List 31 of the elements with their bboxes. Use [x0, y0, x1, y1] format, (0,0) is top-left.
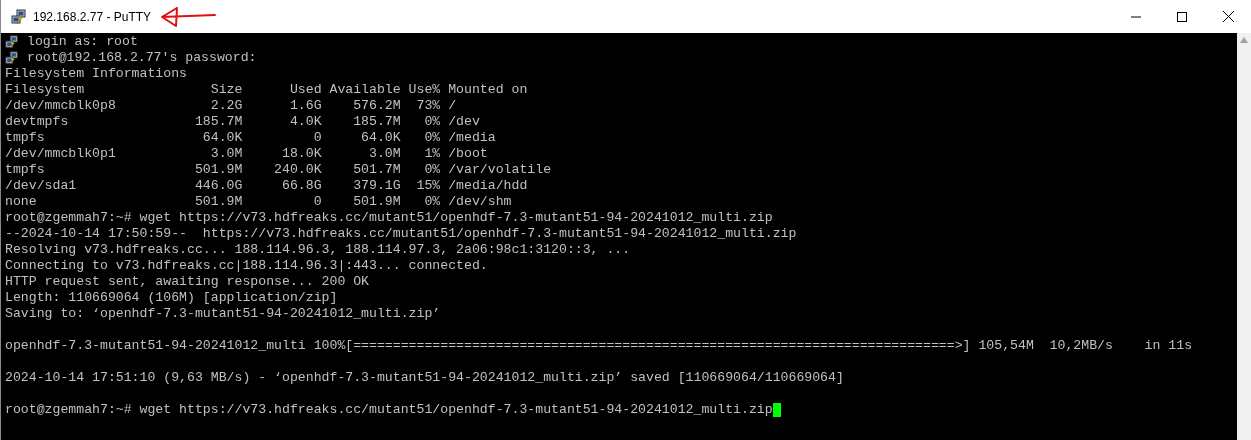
terminal-line: Length: 110669064 (106M) [application/zip]: [5, 290, 338, 306]
terminal-line: tmpfs 501.9M 240.0K 501.7M 0% /var/volatile: [5, 162, 552, 178]
terminal-line: /dev/mmcblk0p8 2.2G 1.6G 576.2M 73% /: [5, 98, 457, 114]
close-icon: [1222, 11, 1234, 22]
terminal-line: /dev/sda1 446.0G 66.8G 379.1G 15% /media/hdd: [5, 178, 528, 194]
terminal-line: devtmpfs 185.7M 4.0K 185.7M 0% /dev: [5, 114, 480, 130]
terminal-line: Filesystem Informations: [5, 66, 188, 82]
maximize-icon: [1177, 11, 1187, 22]
terminal-line: Saving to: ‘openhdf-7.3-mutant51-94-20241012_multi.zip’: [5, 306, 441, 322]
minimize-icon: [1131, 15, 1141, 18]
putty-icon: [5, 51, 19, 65]
arrow-icon: [159, 5, 218, 28]
terminal-line: login as: root: [27, 34, 138, 50]
terminal-line: HTTP request sent, awaiting response... 200 OK: [5, 274, 370, 290]
scrollbar[interactable]: [1237, 33, 1251, 440]
window-title: 192.168.2.77 - PuTTY: [33, 8, 152, 26]
terminal-line: openhdf-7.3-mutant51-94-20241012_multi 100%[============================================================================>] 105,54M 10,2MB/s in 11s: [5, 338, 1193, 354]
scroll-up-icon[interactable]: [1240, 37, 1248, 43]
terminal-line: Resolving v73.hdfreaks.cc... 188.114.96.3, 188.114.97.3, 2a06:98c1:3120::3, ...: [5, 242, 631, 258]
terminal-line: root@zgemmah7:~# wget https://v73.hdfreaks.cc/mutant51/openhdf-7.3-mutant51-94-20241012_multi.zip: [5, 402, 773, 418]
putty-icon: [11, 8, 27, 25]
terminal-line: --2024-10-14 17:50:59-- https://v73.hdfreaks.cc/mutant51/openhdf-7.3-mutant51-94-20241012_multi.zip: [5, 226, 797, 242]
terminal-line: tmpfs 64.0K 0 64.0K 0% /media: [5, 130, 496, 146]
terminal-line: 2024-10-14 17:51:10 (9,63 MB/s) - ‘openhdf-7.3-mutant51-94-20241012_multi.zip’ saved [110669064/110669064]: [5, 370, 844, 386]
terminal-line: root@zgemmah7:~# wget https://v73.hdfreaks.cc/mutant51/openhdf-7.3-mutant51-94-20241012_multi.zip: [5, 210, 773, 226]
putty-icon: [5, 35, 19, 49]
terminal-line: Connecting to v73.hdfreaks.cc|188.114.96.3|:443... connected.: [5, 258, 488, 274]
terminal-line: root@192.168.2.77's password:: [27, 50, 257, 66]
terminal-line: none 501.9M 0 501.9M 0% /dev/shm: [5, 194, 512, 210]
terminal-line: /dev/mmcblk0p1 3.0M 18.0K 3.0M 1% /boot: [5, 146, 488, 162]
terminal-line: Filesystem Size Used Available Use% Mounted on: [5, 82, 528, 98]
